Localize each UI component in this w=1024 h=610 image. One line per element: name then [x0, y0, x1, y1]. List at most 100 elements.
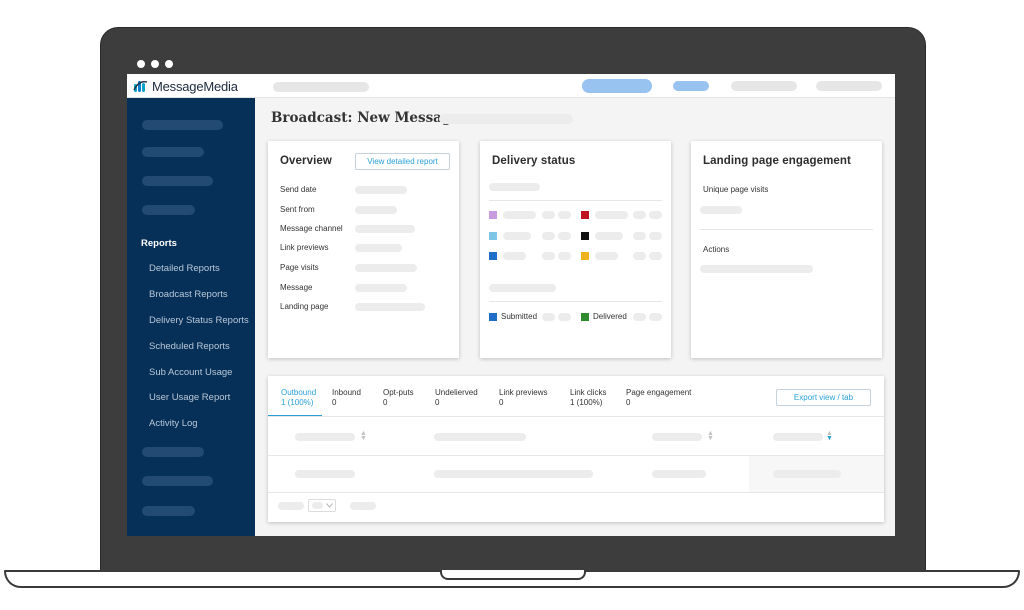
sidebar-placeholder-item[interactable] — [142, 120, 223, 130]
sidebar: Reports Detailed Reports Broadcast Repor… — [127, 98, 255, 536]
unique-page-visits-label: Unique page visits — [703, 185, 769, 194]
tab-link-clicks[interactable]: Link clicks 1 (100%) — [570, 388, 606, 408]
pagination-placeholder[interactable] — [350, 502, 376, 510]
status-swatch — [581, 211, 589, 219]
overview-field-value — [355, 264, 417, 272]
sidebar-placeholder-item[interactable] — [142, 176, 213, 186]
nav-secondary-button[interactable] — [673, 81, 709, 91]
page-title: Broadcast: New Message — [271, 110, 460, 126]
status-count-placeholder — [633, 252, 646, 260]
laptop-frame: MessageMedia Reports Detailed Reports Br… — [0, 0, 1024, 610]
nav-placeholder-item[interactable] — [731, 81, 797, 91]
table-cell-placeholder — [295, 470, 355, 478]
divider — [700, 229, 873, 230]
message-table-card: Outbound 1 (100%) Inbound 0 Opt-puts 0 Unde… — [268, 376, 884, 522]
sidebar-item-scheduled-reports[interactable]: Scheduled Reports — [149, 341, 230, 352]
status-swatch — [489, 252, 497, 260]
messagemedia-logo-icon — [133, 80, 148, 92]
overview-card: Overview View detailed report Send date … — [268, 141, 459, 358]
sort-icon[interactable]: ▲ ▼ — [360, 430, 367, 442]
divider — [489, 200, 662, 201]
column-header-placeholder[interactable] — [652, 433, 702, 441]
sidebar-placeholder-item[interactable] — [142, 447, 204, 457]
status-count-placeholder — [558, 232, 571, 240]
tab-undelivered[interactable]: Undelierved 0 — [435, 388, 478, 408]
sidebar-item-broadcast-reports[interactable]: Broadcast Reports — [149, 289, 228, 300]
export-view-tab-button[interactable]: Export view / tab — [776, 389, 871, 406]
landing-page-engagement-title: Landing page engagement — [703, 155, 851, 167]
tab-outbound[interactable]: Outbound 1 (100%) — [281, 388, 316, 408]
landing-page-engagement-card: Landing page engagement Unique page visi… — [691, 141, 882, 358]
actions-value — [700, 265, 813, 273]
window-maximize-dot[interactable] — [165, 60, 173, 68]
app-logo[interactable]: MessageMedia — [133, 77, 238, 95]
tab-page-engagement[interactable]: Page engagement 0 — [626, 388, 691, 408]
actions-label: Actions — [703, 245, 730, 254]
column-header-placeholder[interactable] — [434, 433, 526, 441]
sidebar-item-activity-log[interactable]: Activity Log — [149, 418, 198, 429]
sidebar-item-sub-account-usage[interactable]: Sub Account Usage — [149, 367, 232, 378]
status-swatch — [581, 232, 589, 240]
top-navigation: MessageMedia — [127, 74, 895, 98]
sidebar-placeholder-item[interactable] — [142, 147, 204, 157]
overview-field-value — [355, 206, 397, 214]
laptop-notch — [440, 570, 586, 580]
overview-field-label: Sent from — [280, 205, 315, 214]
status-count-placeholder — [558, 252, 571, 260]
view-detailed-report-button[interactable]: View detailed report — [355, 153, 450, 170]
legend-count-placeholder — [633, 313, 646, 321]
table-cell-placeholder — [434, 470, 593, 478]
status-label-placeholder — [503, 232, 531, 240]
delivery-status-title: Delivery status — [492, 155, 576, 167]
overview-field-label: Send date — [280, 185, 317, 194]
delivery-total-placeholder — [489, 284, 556, 292]
legend-label-submitted: Submitted — [501, 312, 538, 321]
status-count-placeholder — [649, 232, 662, 240]
page-subtitle-placeholder — [439, 114, 573, 124]
pagination-placeholder[interactable] — [278, 502, 304, 510]
overview-field-label: Landing page — [280, 302, 329, 311]
nav-primary-button[interactable] — [582, 79, 652, 93]
sidebar-placeholder-item[interactable] — [142, 506, 195, 516]
column-header-placeholder[interactable] — [295, 433, 355, 441]
page-size-select[interactable] — [308, 499, 336, 512]
legend-swatch-submitted — [489, 313, 497, 321]
sidebar-item-delivery-status-reports[interactable]: Delivery Status Reports — [149, 315, 249, 326]
status-count-placeholder — [649, 252, 662, 260]
status-count-placeholder — [558, 211, 571, 219]
app-screen: MessageMedia Reports Detailed Reports Br… — [127, 55, 895, 536]
unique-page-visits-value — [700, 206, 742, 214]
column-header-placeholder[interactable] — [773, 433, 823, 441]
sidebar-item-user-usage-report[interactable]: User Usage Report — [149, 392, 230, 403]
status-count-placeholder — [633, 211, 646, 219]
window-minimize-dot[interactable] — [151, 60, 159, 68]
divider — [268, 416, 884, 417]
window-close-dot[interactable] — [137, 60, 145, 68]
tab-link-previews[interactable]: Link previews 0 — [499, 388, 547, 408]
legend-swatch-delivered — [581, 313, 589, 321]
status-count-placeholder — [542, 211, 555, 219]
status-swatch — [581, 252, 589, 260]
sidebar-placeholder-item[interactable] — [142, 205, 195, 215]
status-swatch — [489, 232, 497, 240]
legend-count-placeholder — [542, 313, 555, 321]
sidebar-placeholder-item[interactable] — [142, 476, 213, 486]
sort-icon[interactable]: ▲ ▼ — [826, 430, 833, 442]
main-content: Broadcast: New Message Overview View det… — [255, 98, 895, 536]
nav-placeholder-search[interactable] — [273, 82, 369, 92]
overview-title: Overview — [280, 155, 332, 167]
overview-field-label: Link previews — [280, 243, 329, 252]
status-count-placeholder — [633, 232, 646, 240]
sidebar-section-reports[interactable]: Reports — [141, 238, 177, 249]
status-swatch — [489, 211, 497, 219]
delivery-status-placeholder — [489, 183, 540, 191]
tab-inbound[interactable]: Inbound 0 — [332, 388, 361, 408]
divider — [268, 492, 884, 493]
nav-placeholder-item[interactable] — [816, 81, 882, 91]
tab-opt-outs[interactable]: Opt-puts 0 — [383, 388, 414, 408]
sort-icon[interactable]: ▲ ▼ — [707, 430, 714, 442]
overview-field-value — [355, 284, 407, 292]
window-titlebar — [127, 55, 895, 74]
sidebar-item-detailed-reports[interactable]: Detailed Reports — [149, 263, 220, 274]
app-name: MessageMedia — [152, 78, 238, 94]
